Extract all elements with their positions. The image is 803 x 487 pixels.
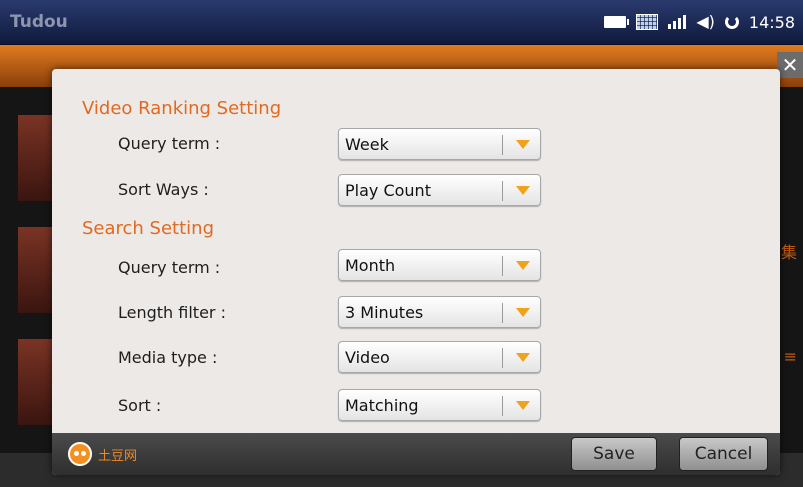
length-filter-label: Length filter :	[118, 303, 226, 322]
select-divider	[502, 256, 503, 276]
chevron-down-icon	[516, 401, 530, 410]
select-value: Month	[345, 256, 396, 275]
video-thumbnail	[18, 227, 56, 313]
background-text: ≡	[783, 347, 797, 366]
volume-icon: ◀)	[696, 12, 715, 31]
status-bar: Tudou ◀) 14:58	[0, 0, 803, 45]
select-value: Video	[345, 348, 390, 367]
select-value: Play Count	[345, 181, 431, 200]
chevron-down-icon	[516, 261, 530, 270]
cancel-button[interactable]: Cancel	[679, 437, 768, 471]
background-text: 集	[780, 243, 797, 262]
select-value: Matching	[345, 396, 419, 415]
clock: 14:58	[748, 12, 795, 32]
chevron-down-icon	[516, 140, 530, 149]
close-icon[interactable]: ✕	[777, 52, 803, 78]
status-icons: ◀) 14:58	[604, 12, 795, 32]
chevron-down-icon	[516, 308, 530, 317]
signal-icon	[668, 15, 687, 29]
video-thumbnail	[18, 339, 56, 425]
sort-ways-label: Sort Ways :	[118, 180, 209, 199]
media-type-label: Media type :	[118, 348, 218, 367]
search-sort-select[interactable]: Matching	[338, 389, 541, 421]
select-divider	[502, 135, 503, 155]
search-length-filter-select[interactable]: 3 Minutes	[338, 296, 541, 328]
keyboard-icon	[636, 14, 659, 30]
settings-dialog: Video Ranking Setting Query term : Week …	[52, 69, 780, 475]
query-term-label: Query term :	[118, 258, 221, 277]
section-title-video-ranking: Video Ranking Setting	[82, 98, 282, 119]
select-divider	[502, 396, 503, 416]
sort-label: Sort :	[118, 396, 162, 415]
search-query-term-select[interactable]: Month	[338, 249, 541, 281]
video-thumbnail	[18, 115, 56, 201]
dialog-footer: 土豆网 Save Cancel	[52, 433, 780, 475]
section-title-search: Search Setting	[82, 218, 215, 239]
select-divider	[502, 181, 503, 201]
chevron-down-icon	[516, 353, 530, 362]
ranking-query-term-select[interactable]: Week	[338, 128, 541, 160]
search-media-type-select[interactable]: Video	[338, 341, 541, 373]
select-divider	[502, 303, 503, 323]
battery-icon	[604, 16, 630, 28]
logo-text: 土豆网	[98, 449, 138, 464]
chevron-down-icon	[516, 186, 530, 195]
sync-icon	[724, 15, 739, 29]
app-title: Tudou	[10, 12, 68, 32]
select-value: Week	[345, 135, 389, 154]
ranking-sort-ways-select[interactable]: Play Count	[338, 174, 541, 206]
query-term-label: Query term :	[118, 134, 221, 153]
select-divider	[502, 348, 503, 368]
tudou-logo-icon	[68, 442, 92, 466]
select-value: 3 Minutes	[345, 303, 424, 322]
save-button[interactable]: Save	[571, 437, 657, 471]
